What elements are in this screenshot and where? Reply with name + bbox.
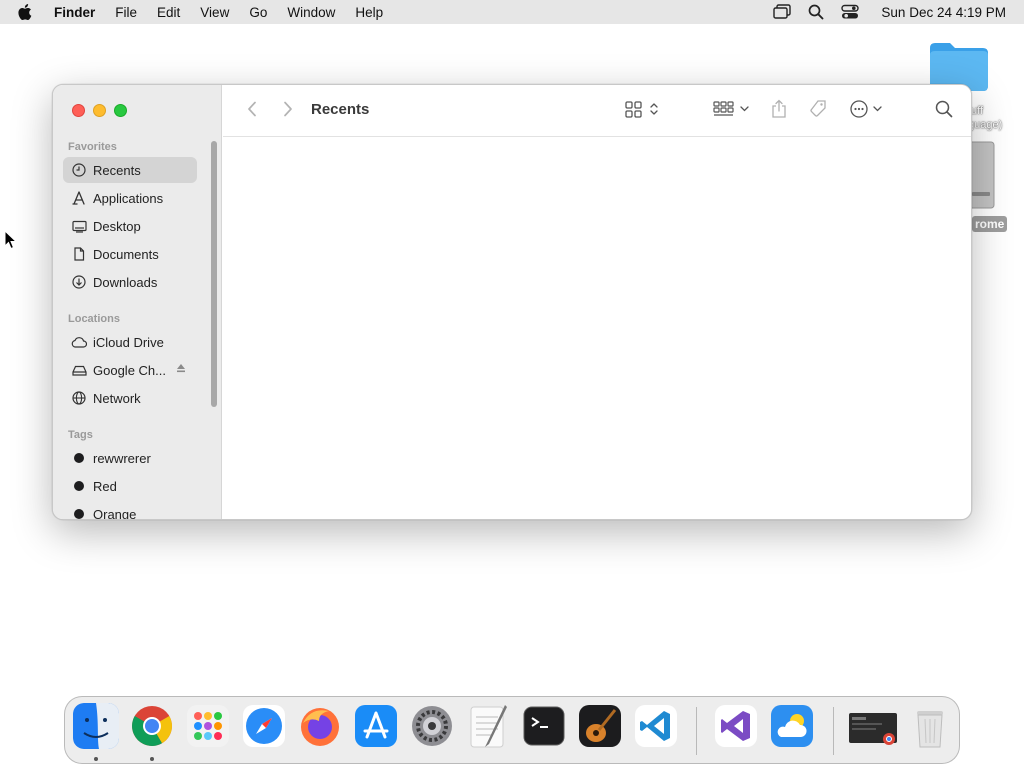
close-window-button[interactable] [72,104,85,117]
cloud-icon [71,334,87,350]
menu-app-finder[interactable]: Finder [54,5,95,20]
clock-icon [71,162,87,178]
group-icon [713,100,751,123]
download-icon [71,274,87,290]
dock-textedit-icon[interactable] [465,703,511,749]
control-center-icon[interactable] [841,3,860,21]
sidebar-item-downloads[interactable]: Downloads [63,269,197,295]
dock-firefox-icon[interactable] [297,703,343,749]
menu-go[interactable]: Go [249,5,267,20]
tag-color-dot [74,453,84,463]
spotlight-search-icon[interactable] [807,3,825,21]
dock-trash-icon[interactable] [907,703,953,749]
sidebar-item-label: Documents [93,246,159,262]
window-title: Recents [311,101,370,118]
dock-launchpad-icon[interactable] [185,703,231,749]
sidebar-item-network[interactable]: Network [63,385,197,411]
running-indicator [94,757,98,761]
share-icon [771,99,787,124]
toolbar: Recents [223,85,971,137]
sidebar-item-label: Orange [93,506,137,520]
sidebar-item-label: Recents [93,162,141,178]
dock-separator [696,707,697,755]
back-button[interactable] [243,99,261,123]
sidebar-item-label: iCloud Drive [93,334,164,350]
sidebar-scrollbar[interactable] [211,141,217,407]
menu-window[interactable]: Window [287,5,335,20]
document-icon [71,246,87,262]
tag-color-dot [74,509,84,519]
zoom-window-button[interactable] [114,104,127,117]
desktop-icon [71,218,87,234]
back-chevron-icon [247,101,257,122]
sidebar-item-desktop[interactable]: Desktop [63,213,197,239]
drive-icon [71,362,87,378]
search-icon [935,100,953,123]
menu-help[interactable]: Help [355,5,383,20]
sidebar-item-label: Red [93,478,117,494]
share-button[interactable] [769,99,789,123]
dock-safari-icon[interactable] [241,703,287,749]
sidebar-item-applications[interactable]: Applications [63,185,197,211]
view-mode-button[interactable] [625,99,661,123]
desktop-folder-label: tuff guage) [968,105,1003,131]
dock [64,696,960,764]
tag-color-dot [74,481,84,491]
globe-icon [71,390,87,406]
sidebar-tag-orange[interactable]: Orange [63,501,197,520]
group-by-button[interactable] [713,99,751,123]
menu-bar-clock[interactable]: Sun Dec 24 4:19 PM [881,5,1006,20]
sidebar: Favorites Recents Applications Desktop D… [53,85,222,519]
sidebar-item-label: Google Ch... [93,362,166,378]
eject-icon[interactable] [175,362,189,376]
menu-bar: Finder File Edit View Go Window Help Sun… [0,0,1024,24]
sidebar-item-documents[interactable]: Documents [63,241,197,267]
sidebar-tag-rewwrerer[interactable]: rewwrerer [63,445,197,471]
dock-system-settings-icon[interactable] [409,703,455,749]
apple-logo-icon[interactable] [16,2,36,22]
sidebar-item-icloud-drive[interactable]: iCloud Drive [63,329,197,355]
sidebar-item-label: rewwrerer [93,450,151,466]
sidebar-section-favorites: Favorites [68,141,117,153]
dock-chrome-icon[interactable] [129,703,175,749]
desktop-disk-label: rome [972,216,1008,232]
sidebar-item-label: Desktop [93,218,141,234]
traffic-lights [72,104,127,117]
sidebar-item-google-chrome-disk[interactable]: Google Ch... [63,357,197,383]
dock-visual-studio-icon[interactable] [713,703,759,749]
sidebar-section-locations: Locations [68,313,120,325]
sidebar-item-label: Network [93,390,141,406]
icon-view-icon [625,100,661,123]
dock-finder-icon[interactable] [73,703,119,749]
menu-view[interactable]: View [200,5,229,20]
menu-file[interactable]: File [115,5,137,20]
dock-vscode-icon[interactable] [633,703,679,749]
minimize-window-button[interactable] [93,104,106,117]
dock-app-store-icon[interactable] [353,703,399,749]
search-button[interactable] [933,99,955,123]
dock-garageband-icon[interactable] [577,703,623,749]
dock-minimized-window-icon[interactable] [847,703,899,749]
more-actions-icon [849,99,887,124]
more-actions-button[interactable] [849,99,887,123]
sidebar-item-recents[interactable]: Recents [63,157,197,183]
dock-separator [833,707,834,755]
dock-weather-icon[interactable] [769,703,815,749]
dock-terminal-icon[interactable] [521,703,567,749]
sidebar-item-label: Applications [93,190,164,206]
running-indicator [150,757,154,761]
menu-edit[interactable]: Edit [157,5,180,20]
screen-mirroring-icon[interactable] [773,3,792,21]
sidebar-section-tags: Tags [68,429,93,441]
mouse-cursor-icon [4,229,18,250]
sidebar-item-label: Downloads [93,274,158,290]
sidebar-tag-red[interactable]: Red [63,473,197,499]
forward-chevron-icon [283,101,293,122]
tag-button[interactable] [807,99,829,123]
forward-button[interactable] [279,99,297,123]
file-list-area[interactable] [223,137,971,519]
applications-icon [71,190,87,206]
tag-icon [808,99,828,124]
finder-window: Favorites Recents Applications Desktop D… [52,84,972,520]
